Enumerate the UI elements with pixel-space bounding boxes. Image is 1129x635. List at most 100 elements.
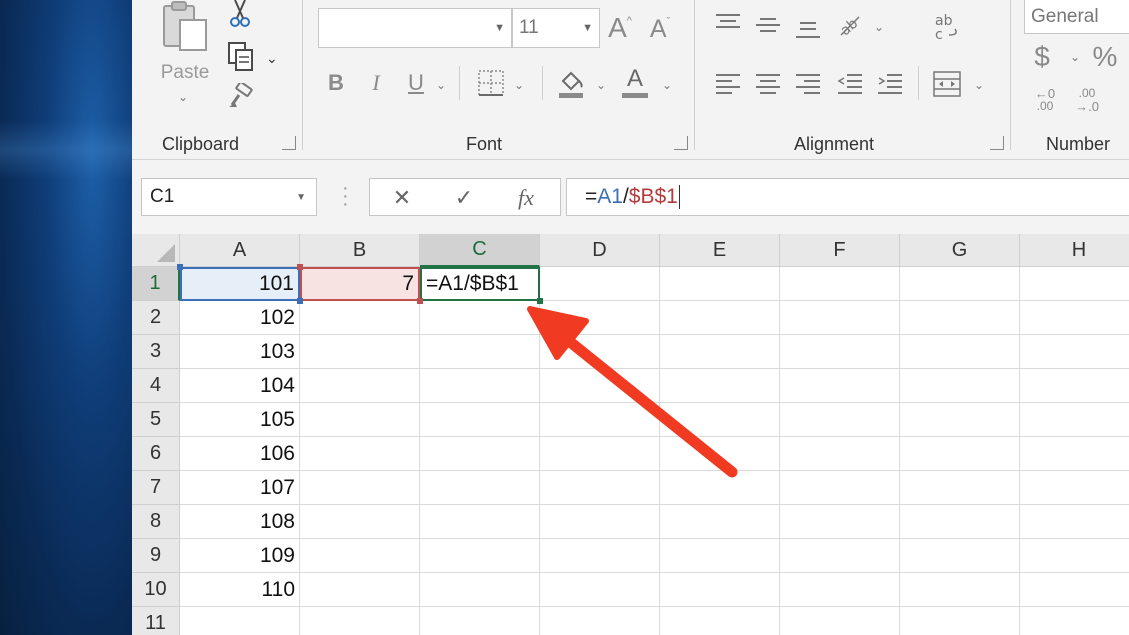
cell-g4[interactable] bbox=[900, 369, 1020, 403]
cell-e2[interactable] bbox=[660, 301, 780, 335]
row-header-6[interactable]: 6 bbox=[132, 437, 180, 471]
cell-e8[interactable] bbox=[660, 505, 780, 539]
cell-a10[interactable]: 110 bbox=[180, 573, 300, 607]
selection-handle[interactable] bbox=[297, 264, 303, 270]
cell-e3[interactable] bbox=[660, 335, 780, 369]
align-bottom-icon[interactable] bbox=[794, 18, 822, 40]
cell-d10[interactable] bbox=[540, 573, 660, 607]
increase-indent-icon[interactable] bbox=[876, 72, 904, 96]
cell-h5[interactable] bbox=[1020, 403, 1129, 437]
cell-f1[interactable] bbox=[780, 267, 900, 301]
cell-a4[interactable]: 104 bbox=[180, 369, 300, 403]
cell-d4[interactable] bbox=[540, 369, 660, 403]
cell-d1[interactable] bbox=[540, 267, 660, 301]
clipboard-dialog-launcher-icon[interactable] bbox=[282, 136, 296, 150]
cell-h10[interactable] bbox=[1020, 573, 1129, 607]
row-header-3[interactable]: 3 bbox=[132, 335, 180, 369]
cell-c7[interactable] bbox=[420, 471, 540, 505]
row-header-5[interactable]: 5 bbox=[132, 403, 180, 437]
cell-b6[interactable] bbox=[300, 437, 420, 471]
select-all-button[interactable] bbox=[132, 234, 180, 267]
cell-d7[interactable] bbox=[540, 471, 660, 505]
cell-c10[interactable] bbox=[420, 573, 540, 607]
cell-d8[interactable] bbox=[540, 505, 660, 539]
cell-g6[interactable] bbox=[900, 437, 1020, 471]
cell-f11[interactable] bbox=[780, 607, 900, 635]
cell-c8[interactable] bbox=[420, 505, 540, 539]
column-header-h[interactable]: H bbox=[1020, 234, 1129, 267]
cell-e4[interactable] bbox=[660, 369, 780, 403]
cell-f5[interactable] bbox=[780, 403, 900, 437]
decrease-decimal-button[interactable]: .00 →.0 bbox=[1070, 84, 1104, 116]
cell-a5[interactable]: 105 bbox=[180, 403, 300, 437]
cell-h6[interactable] bbox=[1020, 437, 1129, 471]
cell-h8[interactable] bbox=[1020, 505, 1129, 539]
enter-button[interactable]: ✓ bbox=[434, 179, 494, 217]
cell-a3[interactable]: 103 bbox=[180, 335, 300, 369]
italic-button[interactable]: I bbox=[362, 68, 390, 98]
orientation-dropdown-chevron-icon[interactable]: ⌄ bbox=[874, 20, 884, 34]
cell-e11[interactable] bbox=[660, 607, 780, 635]
row-header-1[interactable]: 1 bbox=[132, 267, 180, 301]
cell-e10[interactable] bbox=[660, 573, 780, 607]
alignment-dialog-launcher-icon[interactable] bbox=[990, 136, 1004, 150]
paste-icon[interactable] bbox=[160, 0, 210, 56]
cell-b1[interactable]: 7 bbox=[300, 267, 420, 301]
cut-icon[interactable] bbox=[228, 0, 252, 28]
column-header-g[interactable]: G bbox=[900, 234, 1020, 267]
cell-b4[interactable] bbox=[300, 369, 420, 403]
cell-b5[interactable] bbox=[300, 403, 420, 437]
cell-h1[interactable] bbox=[1020, 267, 1129, 301]
cell-f9[interactable] bbox=[780, 539, 900, 573]
cell-d9[interactable] bbox=[540, 539, 660, 573]
font-size-dropdown[interactable]: 11 ▼ bbox=[512, 8, 600, 48]
cell-f3[interactable] bbox=[780, 335, 900, 369]
cell-g1[interactable] bbox=[900, 267, 1020, 301]
align-right-icon[interactable] bbox=[794, 72, 822, 96]
font-dialog-launcher-icon[interactable] bbox=[674, 136, 688, 150]
name-box[interactable]: C1 ▼ bbox=[141, 178, 317, 216]
cell-h3[interactable] bbox=[1020, 335, 1129, 369]
font-color-dropdown-chevron-icon[interactable]: ⌄ bbox=[662, 78, 672, 92]
cell-g2[interactable] bbox=[900, 301, 1020, 335]
selection-handle[interactable] bbox=[297, 298, 303, 304]
paste-dropdown-chevron-icon[interactable]: ⌄ bbox=[178, 90, 188, 104]
cell-c5[interactable] bbox=[420, 403, 540, 437]
cell-c6[interactable] bbox=[420, 437, 540, 471]
font-name-dropdown[interactable]: ▼ bbox=[318, 8, 512, 48]
cell-a11[interactable] bbox=[180, 607, 300, 635]
row-header-4[interactable]: 4 bbox=[132, 369, 180, 403]
font-color-button[interactable]: A bbox=[620, 64, 650, 100]
cell-f6[interactable] bbox=[780, 437, 900, 471]
cell-c3[interactable] bbox=[420, 335, 540, 369]
underline-dropdown-chevron-icon[interactable]: ⌄ bbox=[436, 78, 446, 92]
currency-dropdown-chevron-icon[interactable]: ⌄ bbox=[1070, 50, 1080, 64]
column-header-c[interactable]: C bbox=[420, 234, 540, 267]
cell-g9[interactable] bbox=[900, 539, 1020, 573]
cell-h7[interactable] bbox=[1020, 471, 1129, 505]
cell-e7[interactable] bbox=[660, 471, 780, 505]
cell-d2[interactable] bbox=[540, 301, 660, 335]
cell-f10[interactable] bbox=[780, 573, 900, 607]
cell-a6[interactable]: 106 bbox=[180, 437, 300, 471]
decrease-indent-icon[interactable] bbox=[836, 72, 864, 96]
cancel-button[interactable]: ✕ bbox=[372, 179, 432, 217]
fill-color-icon[interactable] bbox=[556, 66, 586, 100]
cell-h11[interactable] bbox=[1020, 607, 1129, 635]
cell-c9[interactable] bbox=[420, 539, 540, 573]
cell-d6[interactable] bbox=[540, 437, 660, 471]
cell-d3[interactable] bbox=[540, 335, 660, 369]
cell-b10[interactable] bbox=[300, 573, 420, 607]
cell-e9[interactable] bbox=[660, 539, 780, 573]
align-top-icon[interactable] bbox=[714, 12, 742, 34]
cell-b9[interactable] bbox=[300, 539, 420, 573]
formula-input[interactable]: = A1/$B$1 bbox=[566, 178, 1129, 216]
increase-font-size-button[interactable]: A ^ bbox=[604, 10, 636, 46]
cell-h2[interactable] bbox=[1020, 301, 1129, 335]
cell-g5[interactable] bbox=[900, 403, 1020, 437]
cell-g11[interactable] bbox=[900, 607, 1020, 635]
column-header-b[interactable]: B bbox=[300, 234, 420, 267]
cell-e5[interactable] bbox=[660, 403, 780, 437]
cell-f7[interactable] bbox=[780, 471, 900, 505]
selection-handle[interactable] bbox=[417, 298, 423, 304]
